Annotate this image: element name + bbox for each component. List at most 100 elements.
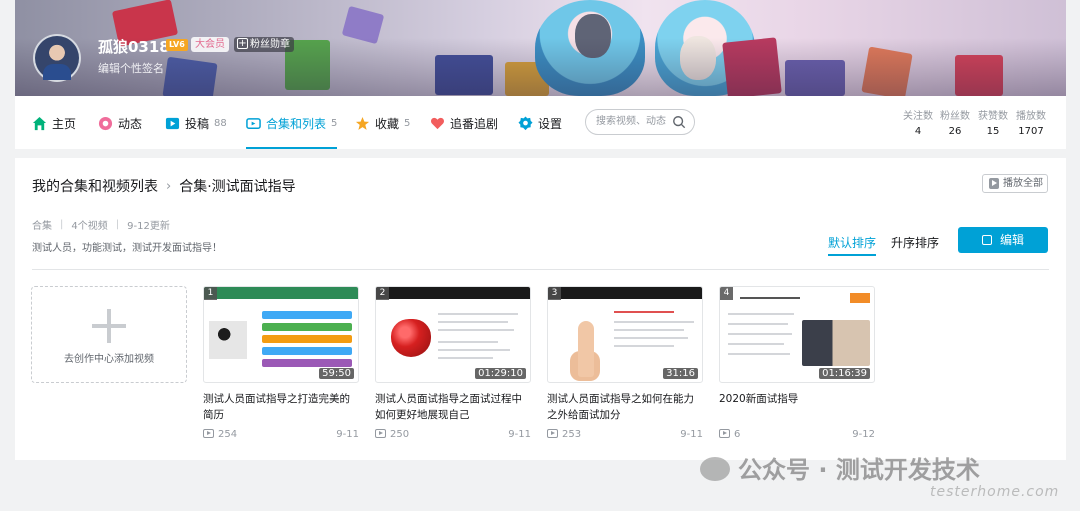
tab-dynamic[interactable]: 动态 (98, 114, 142, 132)
video-duration: 01:29:10 (475, 368, 526, 379)
video-thumbnail[interactable]: 2 01:29:10 (375, 286, 531, 383)
slide-text-line (740, 297, 800, 299)
slide-bar (262, 311, 352, 319)
edit-button[interactable]: 编辑 (958, 227, 1048, 253)
slide-header (204, 287, 358, 299)
stat-value: 26 (948, 126, 962, 137)
video-count: 4个视频 (71, 221, 108, 232)
tab-settings[interactable]: 设置 (518, 114, 562, 132)
search-input[interactable]: 搜索视频、动态 (585, 109, 695, 135)
star-icon (355, 116, 370, 130)
watermark: 公众号 · 测试开发技术 (700, 450, 980, 485)
video-title[interactable]: 测试人员面试指导之打造完美的简历 (203, 391, 359, 423)
tab-count: 5 (331, 117, 338, 129)
tab-count: 88 (214, 117, 227, 129)
play-count: 250 (390, 429, 410, 440)
interview-photo (802, 320, 870, 366)
video-index: 2 (376, 287, 389, 300)
vip-badge[interactable]: 大会员 (191, 37, 229, 52)
video-index: 4 (720, 287, 733, 300)
video-index: 1 (204, 287, 217, 300)
divider: | (60, 219, 64, 230)
play-count-icon (719, 429, 730, 438)
divider (32, 269, 1049, 270)
video-card[interactable]: 4 01:16:39 2020新面试指导 6 9-12 (719, 286, 875, 440)
updated-date: 9-12更新 (127, 221, 170, 232)
slide-header (548, 287, 702, 299)
video-card[interactable]: 2 01:29:10 测试人员面试指导之面试过程中如何更好地展现自己 250 9… (375, 286, 531, 440)
fan-badge-button[interactable]: + 粉丝勋章 (234, 37, 294, 52)
breadcrumb-root-link[interactable]: 我的合集和视频列表 (32, 176, 158, 196)
slide-text-line (438, 357, 493, 359)
tab-upload[interactable]: 投稿 88 (165, 114, 227, 132)
video-thumbnail[interactable]: 1 59:50 (203, 286, 359, 383)
play-count: 6 (734, 429, 741, 440)
slide-text-line (438, 321, 508, 323)
chevron-right-icon: › (166, 178, 172, 194)
video-title[interactable]: 测试人员面试指导之如何在能力之外给面试加分 (547, 391, 703, 423)
tab-label: 追番追剧 (450, 116, 499, 131)
video-date: 9-11 (680, 429, 703, 440)
tab-home[interactable]: 主页 (32, 114, 76, 132)
sort-default-button[interactable]: 默认排序 (828, 234, 877, 256)
slide-text-line (728, 313, 794, 315)
stat-likes: 获赞数 15 (978, 107, 1008, 137)
collection-type: 合集 (32, 221, 52, 232)
tab-label: 动态 (118, 116, 143, 131)
play-all-button[interactable]: 播放全部 (982, 174, 1048, 193)
video-date: 9-12 (852, 429, 875, 440)
profile-nav: 主页 动态 投稿 88 合集和列表 5 收藏 5 追番追剧 设置 搜索视频、动态… (15, 96, 1066, 149)
stat-label: 粉丝数 (940, 111, 970, 122)
video-thumbnail[interactable]: 3 31:16 (547, 286, 703, 383)
tab-label: 设置 (538, 116, 563, 131)
add-video-card[interactable]: 去创作中心添加视频 (31, 286, 187, 383)
slide-text-line (614, 311, 674, 313)
collection-panel: 我的合集和视频列表 › 合集·测试面试指导 播放全部 合集 | 4个视频 | 9… (15, 158, 1066, 460)
search-icon[interactable] (672, 115, 686, 129)
play-count-icon (203, 429, 214, 438)
collection-icon (246, 117, 261, 129)
watermark-site: testerhome.com (930, 484, 1060, 500)
tab-bangumi[interactable]: 追番追剧 (430, 114, 498, 132)
finger-image (578, 321, 594, 377)
slide-text-line (728, 333, 792, 335)
stat-value: 15 (986, 126, 1000, 137)
video-meta: 253 9-11 (547, 429, 703, 440)
tab-count: 5 (404, 117, 411, 129)
signature-edit[interactable]: 编辑个性签名 (98, 60, 164, 76)
breadcrumb-current: 合集·测试面试指导 (179, 179, 296, 195)
stat-plays: 播放数 1707 (1016, 107, 1046, 137)
avatar[interactable] (33, 34, 81, 82)
slide-text-line (438, 313, 518, 315)
tab-favorites[interactable]: 收藏 5 (355, 114, 410, 132)
video-card[interactable]: 1 59:50 测试人员面试指导之打造完美的简历 254 9-11 (203, 286, 359, 440)
video-title[interactable]: 测试人员面试指导之面试过程中如何更好地展现自己 (375, 391, 531, 423)
video-meta: 254 9-11 (203, 429, 359, 440)
slide-bar (262, 323, 352, 331)
plus-icon (92, 309, 126, 343)
stat-followers[interactable]: 粉丝数 26 (940, 107, 970, 137)
slide-tag (850, 293, 870, 303)
video-duration: 59:50 (319, 368, 354, 379)
play-all-label: 播放全部 (1003, 178, 1043, 189)
stat-label: 播放数 (1016, 111, 1046, 122)
fan-badge-label: 粉丝勋章 (250, 39, 290, 50)
tab-collections[interactable]: 合集和列表 5 (246, 114, 338, 149)
heart-icon (431, 117, 444, 129)
dynamic-icon (98, 116, 113, 130)
apple-image (391, 319, 431, 357)
video-card[interactable]: 3 31:16 测试人员面试指导之如何在能力之外给面试加分 253 9-11 (547, 286, 703, 440)
video-thumbnail[interactable]: 4 01:16:39 (719, 286, 875, 383)
wechat-icon (700, 457, 730, 481)
sort-ascending-button[interactable]: 升序排序 (891, 234, 939, 251)
edit-icon (981, 235, 992, 245)
slide-text-line (614, 337, 688, 339)
stat-following[interactable]: 关注数 4 (903, 107, 933, 137)
video-title[interactable]: 2020新面试指导 (719, 391, 875, 423)
video-meta: 6 9-12 (719, 429, 875, 440)
slide-bar (262, 335, 352, 343)
interview-photo (209, 321, 247, 359)
watermark-text: 公众号 · 测试开发技术 (738, 456, 980, 484)
slide-bar (262, 347, 352, 355)
video-duration: 01:16:39 (819, 368, 870, 379)
